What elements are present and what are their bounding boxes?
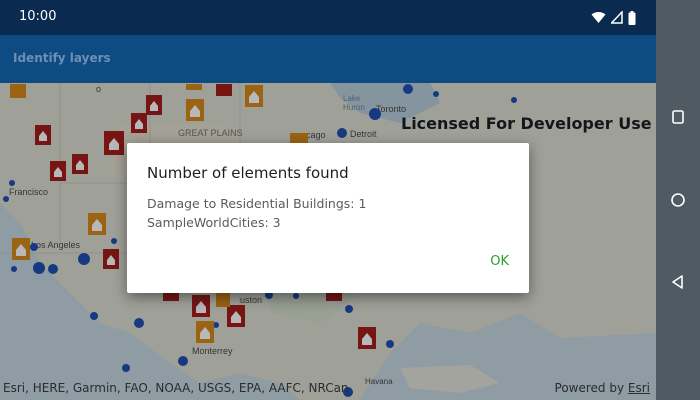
- app-screen: 10:00 Identify layers GREAT PLAINS Franc…: [0, 0, 656, 400]
- battery-icon: [628, 10, 636, 25]
- recents-icon[interactable]: [668, 107, 688, 127]
- dialog-title: Number of elements found: [147, 164, 349, 182]
- ok-button[interactable]: OK: [490, 254, 509, 269]
- navigation-bar: [656, 0, 700, 400]
- results-dialog: Number of elements found Damage to Resid…: [127, 143, 529, 293]
- app-title: Identify layers: [13, 51, 111, 65]
- signal-icon: [611, 11, 623, 24]
- app-bar: Identify layers: [0, 35, 656, 83]
- wifi-icon: [591, 11, 606, 23]
- dialog-result-line: SampleWorldCities: 3: [147, 215, 281, 230]
- status-icons: [591, 10, 636, 25]
- back-icon[interactable]: [668, 272, 688, 292]
- dialog-result-line: Damage to Residential Buildings: 1: [147, 196, 367, 211]
- status-time: 10:00: [19, 9, 57, 24]
- home-icon[interactable]: [668, 190, 688, 210]
- status-bar: 10:00: [0, 0, 656, 35]
